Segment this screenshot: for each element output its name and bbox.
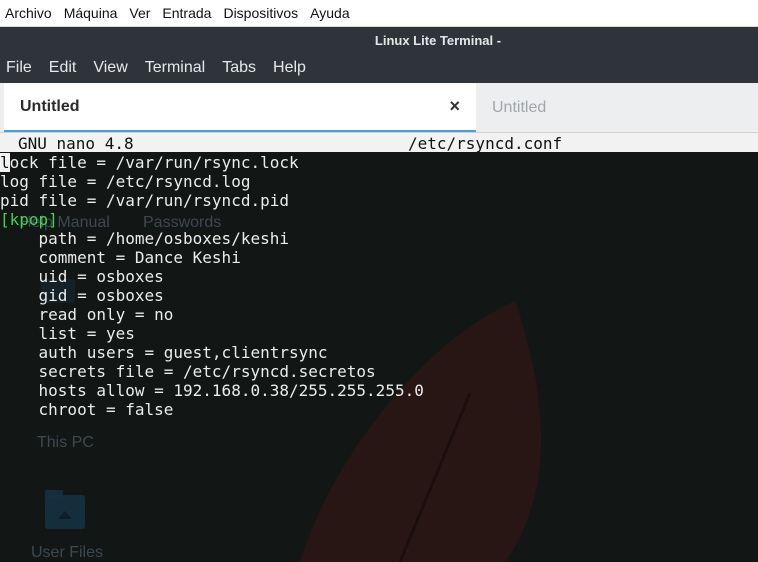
editor-line: log file = /etc/rsyncd.log — [0, 172, 251, 191]
terminal-menubar: File Edit View Terminal Tabs Help — [0, 53, 758, 83]
desktop-label-user-files: User Files — [31, 544, 104, 561]
window-title: Linux Lite Terminal - — [374, 32, 502, 48]
menu-ver[interactable]: Ver — [124, 5, 155, 21]
editor-line: gid = osboxes — [0, 286, 164, 305]
tab-untitled-active[interactable]: Untitled × — [4, 83, 476, 132]
desktop-label-this-pc: This PC — [37, 434, 94, 451]
tab-label: Untitled — [20, 97, 80, 115]
menu-view[interactable]: View — [87, 59, 133, 77]
vbox-menubar: Archivo Máquina Ver Entrada Dispositivos… — [0, 0, 758, 27]
editor-line: secrets file = /etc/rsyncd.secretos — [0, 362, 376, 381]
editor-line: comment = Dance Keshi — [0, 248, 241, 267]
editor-line: chroot = false — [0, 400, 174, 419]
menu-archivo[interactable]: Archivo — [0, 5, 57, 21]
editor-line: lock file = /var/run/rsync.lock — [0, 153, 424, 172]
editor-line: uid = osboxes — [0, 267, 164, 286]
menu-terminal[interactable]: Terminal — [139, 59, 211, 77]
close-tab-icon[interactable]: × — [449, 96, 460, 117]
menu-help[interactable]: Help — [267, 59, 312, 77]
text-cursor: l — [0, 153, 10, 172]
editor-line: read only = no — [0, 305, 174, 324]
menu-entrada[interactable]: Entrada — [157, 5, 216, 21]
menu-tabs[interactable]: Tabs — [216, 59, 262, 77]
menu-file[interactable]: File — [0, 59, 38, 77]
nano-filename: /etc/rsyncd.conf — [408, 134, 563, 153]
tab-bar: Untitled × Untitled — [0, 83, 758, 133]
editor-line: path = /home/osboxes/keshi — [0, 229, 289, 248]
nano-version: GNU nano 4.8 — [18, 134, 134, 153]
editor-section-header: [kpop] — [0, 210, 58, 229]
menu-maquina[interactable]: Máquina — [59, 5, 123, 21]
terminal-area[interactable]: Help Manual Passwords This PC User Files… — [0, 133, 758, 562]
tab-label: Untitled — [492, 98, 547, 116]
menu-ayuda[interactable]: Ayuda — [305, 5, 354, 21]
menu-edit[interactable]: Edit — [43, 59, 83, 77]
menu-dispositivos[interactable]: Dispositivos — [218, 5, 303, 21]
nano-editor[interactable]: lock file = /var/run/rsync.lock log file… — [0, 153, 424, 419]
editor-line-text: ock file = /var/run/rsync.lock — [9, 153, 299, 172]
editor-line: hosts allow = 192.168.0.38/255.255.255.0 — [0, 381, 424, 400]
editor-line: auth users = guest,clientrsync — [0, 343, 328, 362]
editor-line: pid file = /var/run/rsyncd.pid — [0, 191, 289, 210]
nano-titlebar: GNU nano 4.8 /etc/rsyncd.conf — [0, 133, 758, 153]
editor-line: list = yes — [0, 324, 135, 343]
window-titlebar[interactable]: Linux Lite Terminal - — [0, 27, 758, 53]
tab-untitled-inactive[interactable]: Untitled — [476, 83, 758, 132]
